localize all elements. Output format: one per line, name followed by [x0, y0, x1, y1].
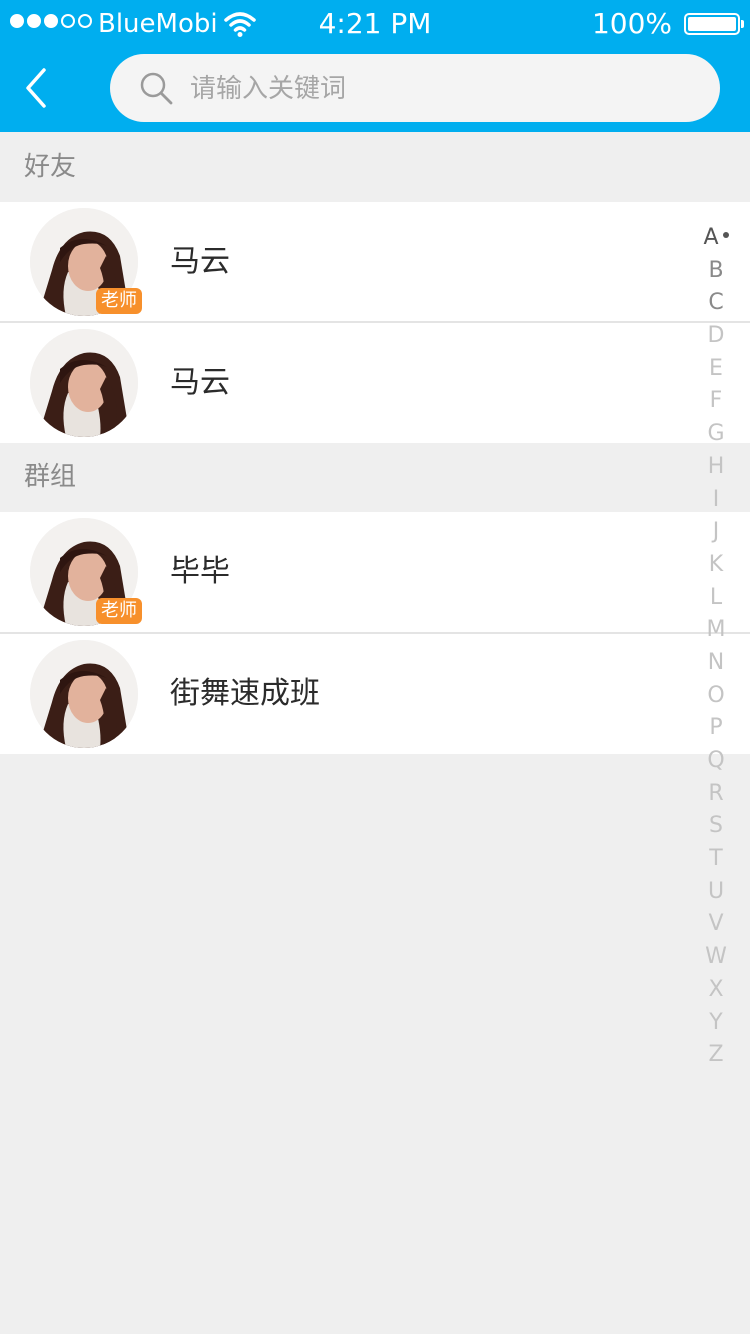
index-letter-i[interactable]: I [713, 484, 720, 517]
index-letter-e[interactable]: E [709, 353, 723, 386]
section-title: 群组 [24, 462, 77, 492]
index-letter-n[interactable]: N [708, 647, 724, 680]
item-name: 马云 [170, 244, 230, 279]
section-header-groups: 群组 [0, 443, 750, 511]
index-letter-m[interactable]: M [707, 614, 726, 647]
section-header-friends: 好友 [0, 133, 750, 201]
list-item[interactable]: 马云 [0, 323, 750, 443]
index-letter-l[interactable]: L [710, 582, 722, 615]
list-item[interactable]: 老师 毕毕 [0, 512, 750, 632]
chevron-left-icon [26, 68, 46, 108]
item-name: 街舞速成班 [170, 676, 320, 711]
search-bar[interactable] [110, 54, 720, 124]
index-letter-b[interactable]: B [708, 255, 723, 288]
alphabet-index[interactable]: ABCDEFGHIJKLMNOPQRSTUVWXYZ [696, 222, 736, 1072]
avatar [30, 640, 138, 748]
item-name: 马云 [170, 365, 230, 400]
battery-percentage: 100% [591, 7, 672, 40]
search-screen: BlueMobi 4:21 PM 100% 请输入关键词 好友 老师 马云 马云… [0, 0, 750, 1334]
item-name: 毕毕 [170, 554, 230, 589]
search-input[interactable] [188, 54, 702, 124]
index-letter-f[interactable]: F [710, 385, 723, 418]
index-letter-g[interactable]: G [707, 418, 724, 451]
index-letter-t[interactable]: T [709, 843, 722, 876]
index-letter-j[interactable]: J [713, 516, 720, 549]
back-button[interactable] [16, 62, 60, 114]
search-icon [140, 72, 173, 105]
index-letter-k[interactable]: K [709, 549, 723, 582]
index-letter-a[interactable]: A [703, 222, 728, 255]
index-letter-u[interactable]: U [708, 876, 724, 909]
list-item[interactable]: 街舞速成班 [0, 634, 750, 754]
index-letter-q[interactable]: Q [707, 745, 724, 778]
avatar [30, 329, 138, 437]
section-title: 好友 [24, 152, 77, 182]
battery-icon [684, 13, 744, 35]
index-letter-v[interactable]: V [708, 908, 723, 941]
index-letter-y[interactable]: Y [709, 1007, 722, 1040]
index-letter-h[interactable]: H [708, 451, 725, 484]
index-letter-o[interactable]: O [707, 680, 724, 713]
list-item[interactable]: 老师 马云 [0, 202, 750, 322]
status-bar: BlueMobi 4:21 PM 100% [0, 0, 750, 48]
index-letter-c[interactable]: C [708, 287, 723, 320]
index-letter-s[interactable]: S [709, 810, 723, 843]
index-letter-w[interactable]: W [705, 941, 727, 974]
index-letter-p[interactable]: P [709, 712, 722, 745]
teacher-badge: 老师 [96, 288, 142, 314]
index-letter-x[interactable]: X [708, 974, 723, 1007]
index-letter-z[interactable]: Z [708, 1039, 723, 1072]
teacher-badge: 老师 [96, 598, 142, 624]
index-letter-d[interactable]: D [708, 320, 725, 353]
index-letter-r[interactable]: R [708, 778, 723, 811]
top-bar: BlueMobi 4:21 PM 100% [0, 0, 750, 132]
